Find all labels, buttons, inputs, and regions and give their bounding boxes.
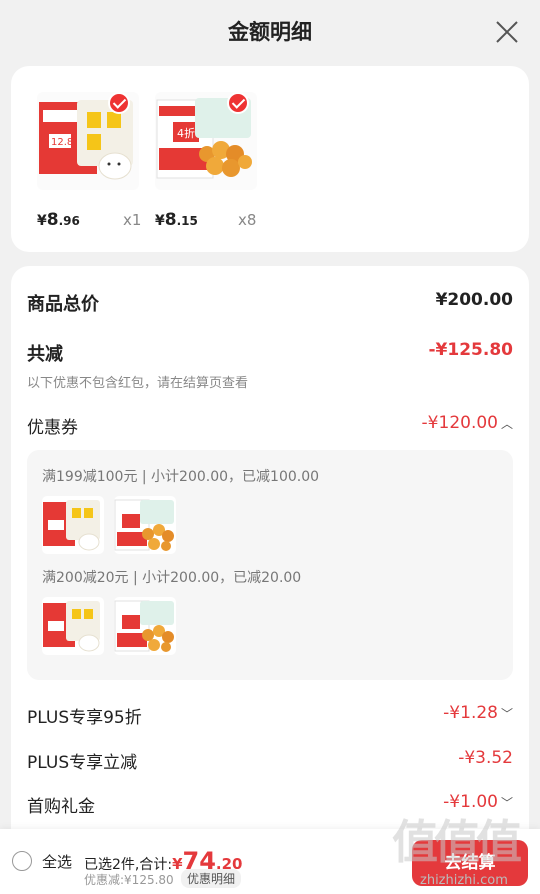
total-label: 商品总价 xyxy=(27,294,99,315)
checked-icon xyxy=(227,92,249,114)
page-title: 金额明细 xyxy=(228,20,312,44)
product-price: ¥8.96 xyxy=(37,210,80,230)
first-purchase-label: 首购礼金 xyxy=(27,797,95,817)
product-quantity: x1 xyxy=(123,211,142,229)
header: 金额明细 xyxy=(0,0,540,64)
close-icon[interactable] xyxy=(494,19,520,45)
discount-detail-button[interactable]: 优惠明细 xyxy=(181,869,242,888)
coupon-detail-box: 满199减100元 | 小计200.00，已减100.00 满200减20元 |… xyxy=(27,450,513,680)
coupon-label: 优惠券 xyxy=(27,418,78,438)
chevron-down-icon: ﹀ xyxy=(500,707,513,721)
coupon-title: 满199减100元 | 小计200.00，已减100.00 xyxy=(42,469,320,485)
checked-icon xyxy=(108,92,130,114)
product-image xyxy=(114,496,176,554)
coupon-title: 满200减20元 | 小计200.00，已减20.00 xyxy=(42,570,302,586)
plus-discount-value[interactable]: -¥1.28 ﹀ xyxy=(443,703,513,723)
product-price: ¥8.15 xyxy=(155,210,198,230)
product-image xyxy=(42,597,104,655)
watermark-logo: 值值值 xyxy=(392,815,522,869)
product-image xyxy=(42,496,104,554)
watermark-site: zhizhizhi.com xyxy=(420,873,508,888)
coupon-value[interactable]: -¥120.00 ︿ xyxy=(422,413,513,433)
saved-amount: 优惠减:¥125.80 xyxy=(84,873,174,887)
product-list: 12.8 4折 ¥8.96 x1 ¥8.15 x8 xyxy=(11,66,529,252)
amount-detail-card: 商品总价 ¥200.00 共减 -¥125.80 以下优惠不包含红包，请在结算页… xyxy=(11,266,529,866)
svg-text:4折: 4折 xyxy=(177,126,195,140)
total-value: ¥200.00 xyxy=(435,290,513,310)
plus-reduce-label: PLUS专享立减 xyxy=(27,753,138,773)
discount-label: 共减 xyxy=(27,344,63,365)
plus-reduce-value: -¥3.52 xyxy=(458,748,513,768)
select-all-radio[interactable] xyxy=(12,851,32,871)
select-all-label[interactable]: 全选 xyxy=(42,851,72,872)
plus-discount-label: PLUS专享95折 xyxy=(27,708,142,728)
svg-text:12.8: 12.8 xyxy=(51,137,73,148)
chevron-up-icon: ︿ xyxy=(500,417,513,431)
product-image xyxy=(114,597,176,655)
discount-value: -¥125.80 xyxy=(428,340,514,360)
discount-note: 以下优惠不包含红包，请在结算页查看 xyxy=(27,376,249,391)
product-quantity: x8 xyxy=(238,211,257,229)
